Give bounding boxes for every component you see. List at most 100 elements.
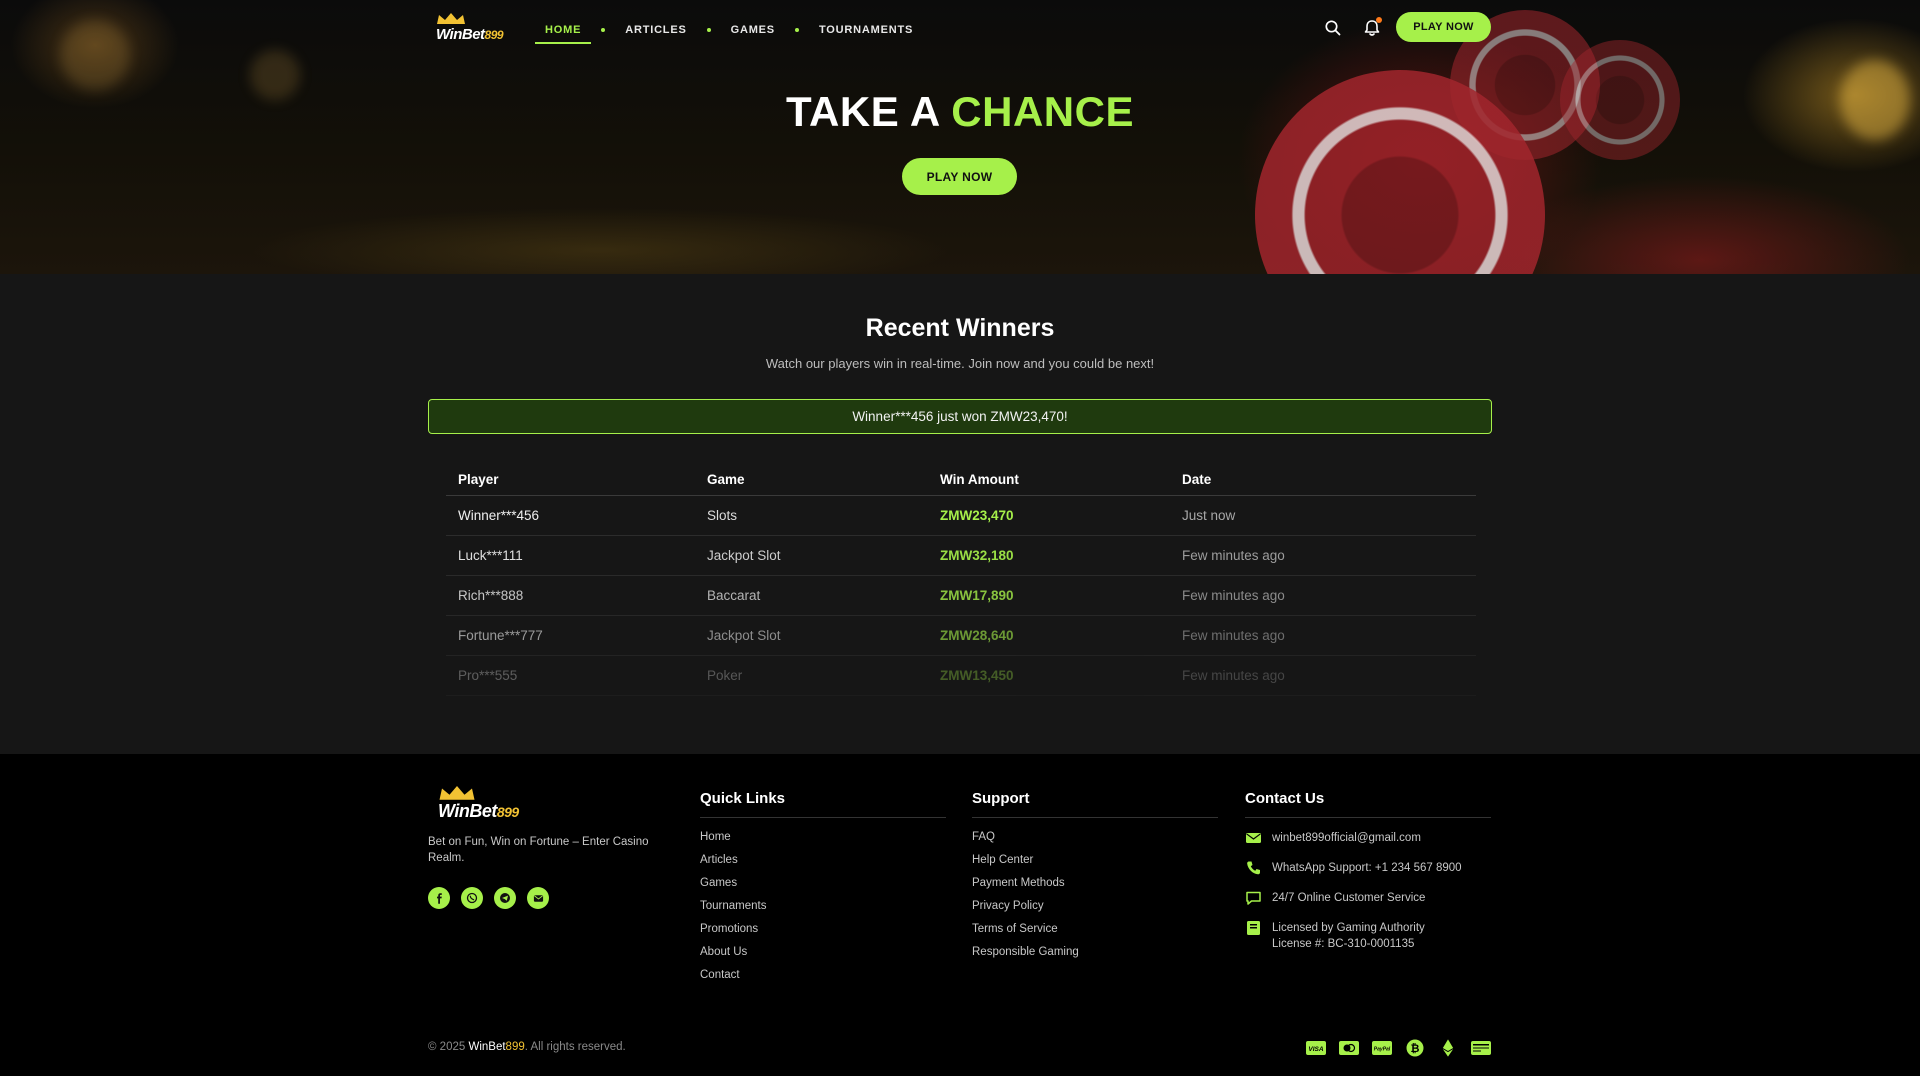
- footer-support-links: Support FAQ Help Center Payment Methods …: [972, 790, 1218, 968]
- amount-cell: ZMW17,890: [940, 588, 1014, 603]
- footer-tagline: Bet on Fun, Win on Fortune – Enter Casin…: [428, 836, 649, 864]
- table-row: Luck***111 Jackpot Slot ZMW32,180 Few mi…: [446, 536, 1476, 576]
- player-cell: Fortune***777: [458, 628, 543, 643]
- contact-whatsapp[interactable]: WhatsApp Support: +1 234 567 8900: [1245, 860, 1491, 890]
- telegram-icon: [500, 893, 510, 903]
- table-header-row: Player Game Win Amount Date: [446, 464, 1476, 496]
- column-header-date: Date: [1182, 472, 1212, 487]
- social-links: [428, 887, 549, 909]
- section-title: Recent Winners: [865, 314, 1055, 342]
- copyright-text: © 2025 WinBet899. All rights reserved.: [428, 1041, 626, 1053]
- date-cell: Few minutes ago: [1182, 588, 1285, 603]
- search-button[interactable]: [1324, 19, 1342, 37]
- date-cell: Just now: [1182, 508, 1236, 523]
- notifications-button[interactable]: [1362, 17, 1382, 38]
- svg-text:PayPal: PayPal: [1374, 1047, 1391, 1053]
- telegram-link[interactable]: [494, 887, 516, 909]
- date-cell: Few minutes ago: [1182, 628, 1285, 643]
- contact-license-text: Licensed by Gaming Authority License #: …: [1272, 920, 1425, 952]
- site-footer: WinBet899 Bet on Fun, Win on Fortune – E…: [0, 754, 1920, 1076]
- license-icon: [1247, 921, 1260, 935]
- hero-title-accent: CHANCE: [951, 88, 1134, 135]
- email-link[interactable]: [527, 887, 549, 909]
- main-nav: HOME ARTICLES GAMES TOURNAMENTS: [535, 22, 923, 44]
- amount-cell: ZMW32,180: [940, 548, 1014, 563]
- footer-link-responsible-gaming[interactable]: Responsible Gaming: [972, 945, 1218, 968]
- svg-text:₿: ₿: [1411, 1043, 1420, 1055]
- header-play-now-button[interactable]: PLAY NOW: [1396, 12, 1491, 42]
- contact-whatsapp-text: WhatsApp Support: +1 234 567 8900: [1272, 862, 1462, 874]
- paypal-icon: PayPal: [1372, 1040, 1392, 1056]
- nav-separator-dot: [794, 28, 799, 32]
- nav-item-home[interactable]: HOME: [535, 22, 592, 44]
- nav-separator-dot: [601, 28, 606, 32]
- winner-ticker: Winner***456 just won ZMW23,470!: [428, 399, 1492, 434]
- section-subtitle: Watch our players win in real-time. Join…: [765, 356, 1155, 371]
- visa-icon: VISA: [1306, 1040, 1326, 1056]
- amount-cell: ZMW13,450: [940, 668, 1014, 683]
- license-number: License #: BC-310-0001135: [1272, 938, 1415, 950]
- whatsapp-icon: [466, 892, 478, 904]
- copyright-brand: WinBet899: [468, 1041, 525, 1053]
- envelope-icon: [1246, 833, 1261, 843]
- contact-license: Licensed by Gaming Authority License #: …: [1245, 920, 1491, 952]
- player-cell: Rich***888: [458, 588, 524, 603]
- amount-cell: ZMW23,470: [940, 508, 1014, 523]
- payment-methods: VISA PayPal ₿: [1306, 1039, 1491, 1057]
- footer-column-title: Quick Links: [700, 790, 946, 818]
- table-row: Rich***888 Baccarat ZMW17,890 Few minute…: [446, 576, 1476, 616]
- contact-service: 24/7 Online Customer Service: [1245, 890, 1491, 920]
- column-header-player: Player: [458, 472, 499, 487]
- footer-brand-logo[interactable]: WinBet899: [432, 786, 532, 822]
- hero-play-now-button[interactable]: PLAY NOW: [902, 158, 1017, 195]
- top-header: WinBet899 HOME ARTICLES GAMES TOURNAMENT…: [0, 0, 1920, 56]
- footer-quick-links: Quick Links Home Articles Games Tourname…: [700, 790, 946, 991]
- bitcoin-icon: ₿: [1405, 1039, 1425, 1057]
- email-icon: [533, 894, 543, 902]
- contact-email[interactable]: winbet899official@gmail.com: [1245, 830, 1491, 860]
- footer-contact: Contact Us winbet899official@gmail.com W…: [1245, 790, 1491, 952]
- winners-table: Player Game Win Amount Date Winner***456…: [446, 464, 1476, 696]
- brand-logo-text: WinBet899: [438, 801, 519, 821]
- nav-item-articles[interactable]: ARTICLES: [615, 22, 696, 38]
- crown-icon: [437, 13, 465, 24]
- column-header-game: Game: [707, 472, 745, 487]
- facebook-link[interactable]: [428, 887, 450, 909]
- brand-logo[interactable]: WinBet899: [432, 13, 507, 44]
- brand-logo-text: WinBet899: [436, 26, 504, 43]
- game-cell: Poker: [707, 668, 743, 683]
- footer-link-tournaments[interactable]: Tournaments: [700, 899, 946, 922]
- footer-column-title: Contact Us: [1245, 790, 1491, 818]
- ethereum-icon: [1438, 1039, 1458, 1057]
- game-cell: Slots: [707, 508, 738, 523]
- table-row: Fortune***777 Jackpot Slot ZMW28,640 Few…: [446, 616, 1476, 656]
- nav-item-tournaments[interactable]: TOURNAMENTS: [809, 22, 923, 38]
- footer-column-title: Support: [972, 790, 1218, 818]
- mastercard-icon: [1339, 1040, 1359, 1056]
- whatsapp-link[interactable]: [461, 887, 483, 909]
- footer-link-privacy-policy[interactable]: Privacy Policy: [972, 899, 1218, 922]
- footer-link-games[interactable]: Games: [700, 876, 946, 899]
- hero-title-prefix: TAKE A: [786, 88, 940, 135]
- nav-separator-dot: [706, 28, 711, 32]
- footer-link-help-center[interactable]: Help Center: [972, 853, 1218, 876]
- player-cell: Pro***555: [458, 668, 518, 683]
- footer-link-contact[interactable]: Contact: [700, 968, 946, 991]
- phone-icon: [1247, 861, 1260, 875]
- notification-badge: [1376, 17, 1382, 23]
- table-row: Winner***456 Slots ZMW23,470 Just now: [446, 496, 1476, 536]
- search-icon: [1325, 20, 1341, 36]
- table-row: Pro***555 Poker ZMW13,450 Few minutes ag…: [446, 656, 1476, 696]
- license-authority: Licensed by Gaming Authority: [1272, 922, 1425, 934]
- footer-link-promotions[interactable]: Promotions: [700, 922, 946, 945]
- hero-title: TAKE A CHANCE: [0, 88, 1920, 136]
- footer-link-faq[interactable]: FAQ: [972, 830, 1218, 853]
- nav-item-games[interactable]: GAMES: [721, 22, 785, 38]
- footer-link-payment-methods[interactable]: Payment Methods: [972, 876, 1218, 899]
- footer-link-about-us[interactable]: About Us: [700, 945, 946, 968]
- footer-link-home[interactable]: Home: [700, 830, 946, 853]
- svg-text:VISA: VISA: [1308, 1046, 1323, 1053]
- footer-link-articles[interactable]: Articles: [700, 853, 946, 876]
- footer-link-terms[interactable]: Terms of Service: [972, 922, 1218, 945]
- game-cell: Jackpot Slot: [707, 548, 781, 563]
